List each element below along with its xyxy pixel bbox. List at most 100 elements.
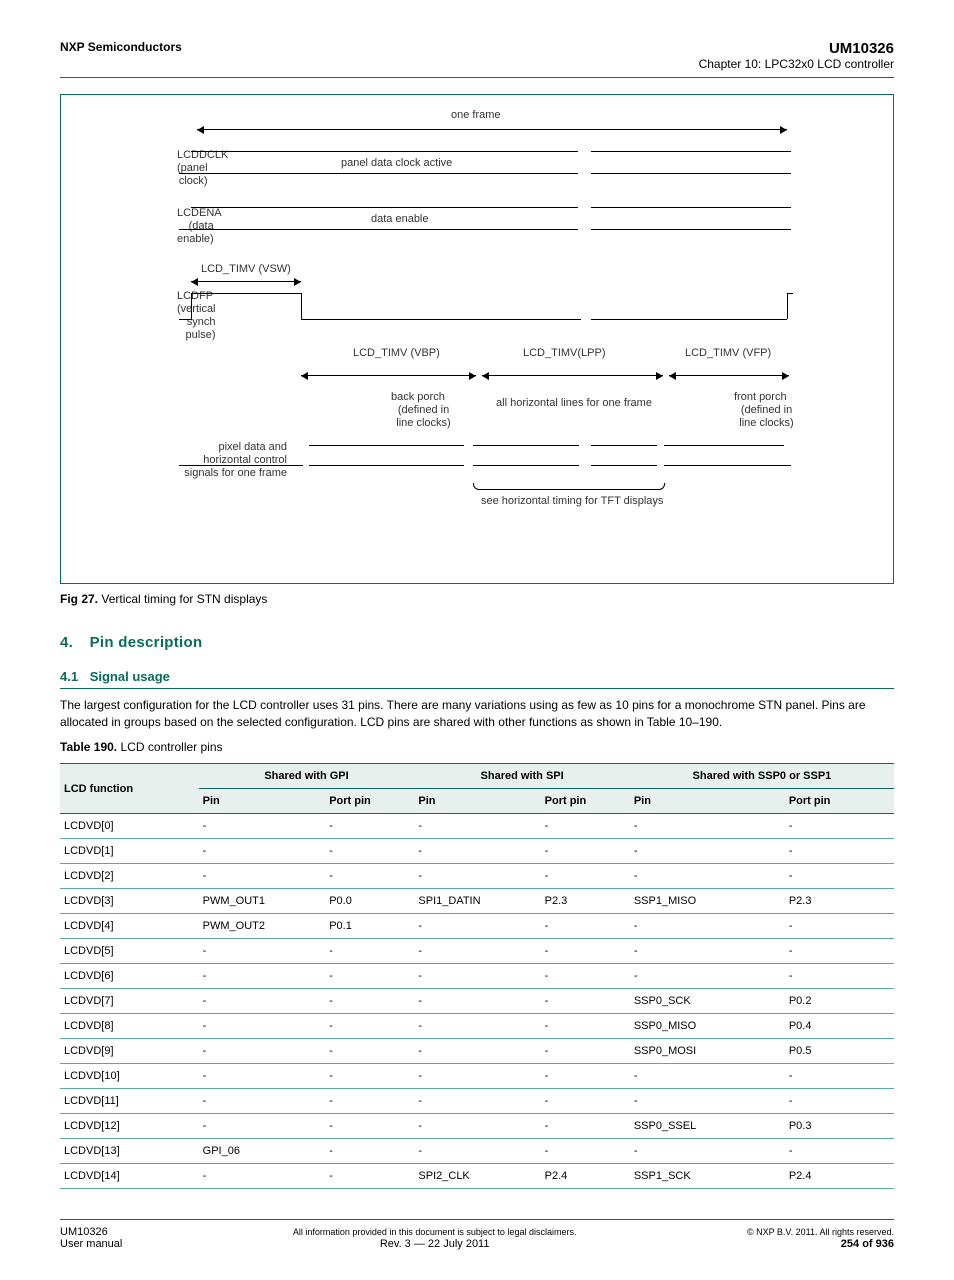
table-cell: -	[541, 864, 630, 889]
table-row: LCDVD[1]------	[60, 839, 894, 864]
table-cell: SSP0_SCK	[630, 989, 785, 1014]
table-cell: LCDVD[9]	[60, 1039, 199, 1064]
table-cell: -	[630, 814, 785, 839]
table-cell: LCDVD[0]	[60, 814, 199, 839]
table-cell: -	[541, 1014, 630, 1039]
table-cell: -	[199, 1164, 326, 1189]
arrow-lpp	[482, 375, 663, 376]
label-lcdfp: LCDFP (vertical synch pulse)	[67, 290, 177, 303]
table-cell: LCDVD[10]	[60, 1064, 199, 1089]
table-cell: -	[414, 1039, 540, 1064]
arrow-one-frame	[197, 129, 787, 130]
wave-line	[473, 465, 579, 466]
table-cell: -	[414, 1014, 540, 1039]
table-cell: -	[325, 1114, 414, 1139]
table-cell: -	[325, 1039, 414, 1064]
table-cell: -	[199, 1064, 326, 1089]
table-cell: -	[414, 1064, 540, 1089]
table-cell: LCDVD[6]	[60, 964, 199, 989]
table-cell: SSP0_MOSI	[630, 1039, 785, 1064]
table-cell: -	[630, 1089, 785, 1114]
table-cell: P0.1	[325, 914, 414, 939]
wave-line	[591, 319, 787, 320]
wave-line	[179, 465, 303, 466]
th-shared-gpi: Shared with GPI	[199, 764, 415, 789]
wave-line	[179, 319, 192, 320]
table-row: LCDVD[7]----SSP0_SCKP0.2	[60, 989, 894, 1014]
figure-number: Fig 27.	[60, 592, 98, 606]
wave-line	[179, 229, 578, 230]
table-cell: P2.3	[785, 889, 894, 914]
label-back-porch: back porch (defined in line clocks)	[326, 391, 456, 404]
table-cell: -	[541, 1114, 630, 1139]
subsection-title: 4.1 Signal usage	[60, 669, 894, 689]
table-cell: -	[199, 1014, 326, 1039]
table-cell: -	[414, 939, 540, 964]
wave-line	[664, 465, 791, 466]
label-data-enable: data enable	[371, 213, 429, 225]
table-cell: SSP1_SCK	[630, 1164, 785, 1189]
paragraph: The largest configuration for the LCD co…	[60, 697, 894, 731]
wave-line	[591, 173, 791, 174]
label-all-lines: all horizontal lines for one frame	[479, 397, 669, 409]
table-cell: -	[199, 964, 326, 989]
table-cell: -	[785, 1139, 894, 1164]
th-pin: Pin	[414, 789, 540, 814]
table-row: LCDVD[12]----SSP0_SSELP0.3	[60, 1114, 894, 1139]
table-cell: SSP0_MISO	[630, 1014, 785, 1039]
table-cell: -	[785, 939, 894, 964]
header-chapter: Chapter 10: LPC32x0 LCD controller	[699, 57, 894, 71]
wave-edge	[301, 293, 302, 319]
table-cell: PWM_OUT2	[199, 914, 326, 939]
wave-line	[473, 445, 579, 446]
footer-left: UM10326 User manual	[60, 1226, 122, 1250]
table-cell: SSP1_MISO	[630, 889, 785, 914]
table-cell: -	[541, 1039, 630, 1064]
table-row: LCDVD[10]------	[60, 1064, 894, 1089]
table-cell: P0.3	[785, 1114, 894, 1139]
th-pin: Pin	[199, 789, 326, 814]
table-row: LCDVD[2]------	[60, 864, 894, 889]
th-portpin: Port pin	[785, 789, 894, 814]
table-caption: Table 190. LCD controller pins	[60, 739, 894, 756]
table-cell: -	[630, 914, 785, 939]
wave-line	[664, 445, 784, 446]
table-cell: P0.5	[785, 1039, 894, 1064]
table-cell: -	[785, 839, 894, 864]
table-cell: -	[199, 864, 326, 889]
table-cell: -	[541, 989, 630, 1014]
wave-line	[309, 445, 464, 446]
table-cell: P2.4	[785, 1164, 894, 1189]
wave-line	[301, 319, 581, 320]
table-cell: -	[325, 989, 414, 1014]
wave-edge	[191, 293, 192, 319]
th-shared-ssp: Shared with SSP0 or SSP1	[630, 764, 894, 789]
table-cell: -	[630, 1139, 785, 1164]
table-cell: -	[541, 1139, 630, 1164]
table-cell: GPI_06	[199, 1139, 326, 1164]
table-cell: -	[199, 814, 326, 839]
table-cell: -	[414, 964, 540, 989]
table-head: LCD function Shared with GPI Shared with…	[60, 764, 894, 814]
table-cell: -	[630, 939, 785, 964]
wave-line	[309, 465, 464, 466]
wave-line	[191, 207, 578, 208]
arrow-vfp	[669, 375, 789, 376]
table-cell: -	[541, 1064, 630, 1089]
wave-line	[179, 173, 578, 174]
table-cell: -	[325, 839, 414, 864]
th-portpin: Port pin	[541, 789, 630, 814]
table-row: LCDVD[8]----SSP0_MISOP0.4	[60, 1014, 894, 1039]
table-cell: -	[541, 1089, 630, 1114]
table-cell: P0.0	[325, 889, 414, 914]
pin-table: LCD function Shared with GPI Shared with…	[60, 763, 894, 1189]
table-cell: P2.3	[541, 889, 630, 914]
wave-line	[591, 207, 791, 208]
table-cell: -	[541, 814, 630, 839]
table-row: LCDVD[3]PWM_OUT1P0.0SPI1_DATINP2.3SSP1_M…	[60, 889, 894, 914]
table-cell: -	[199, 989, 326, 1014]
table-cell: -	[785, 864, 894, 889]
th-lcd-function: LCD function	[60, 764, 199, 814]
table-row: LCDVD[6]------	[60, 964, 894, 989]
label-vbp: LCD_TIMV (VBP)	[353, 347, 440, 359]
